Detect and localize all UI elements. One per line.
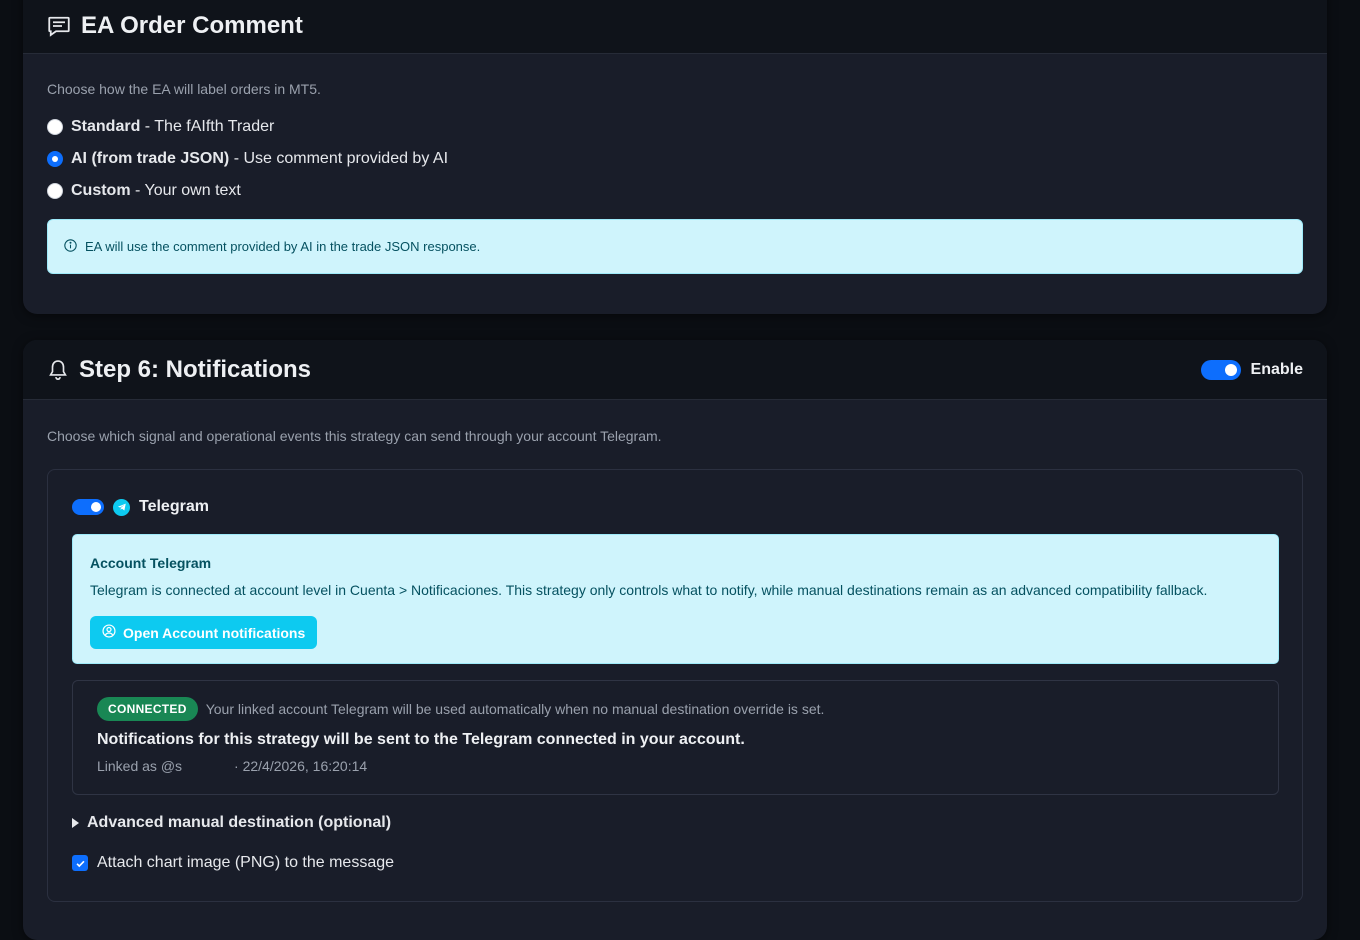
status-note: Your linked account Telegram will be use… [205, 701, 825, 717]
ai-comment-info-alert: EA will use the comment provided by AI i… [47, 219, 1303, 274]
radio-custom[interactable]: Custom - Your own text [47, 182, 241, 200]
notifications-card: Step 6: Notifications Enable Choose whic… [23, 340, 1327, 940]
caret-right-icon [72, 818, 79, 828]
radio-desc: - Use comment provided by AI [229, 150, 449, 167]
bell-icon [47, 358, 69, 382]
card-title: EA Order Comment [47, 12, 303, 40]
attach-chart-checkbox[interactable] [72, 855, 88, 871]
radio-input-ai[interactable] [47, 151, 63, 167]
radio-desc: - Your own text [130, 182, 241, 199]
info-circle-icon [64, 238, 77, 255]
ea-order-comment-card: EA Order Comment Choose how the EA will … [23, 0, 1327, 314]
telegram-switch[interactable] [72, 499, 104, 515]
radio-label: AI (from trade JSON) [71, 150, 230, 167]
card-header: Step 6: Notifications Enable [23, 340, 1327, 400]
enable-toggle-group: Enable [1200, 359, 1303, 380]
enable-notifications-switch[interactable] [1200, 359, 1241, 380]
radio-label: Custom [71, 182, 131, 199]
account-telegram-title: Account Telegram [90, 555, 212, 571]
advanced-manual-destination-toggle[interactable]: Advanced manual destination (optional) [72, 814, 391, 832]
connected-badge: CONNECTED [97, 697, 198, 721]
linked-account-info: Linked as @s · 22/4/2026, 16:20:14 [97, 758, 1254, 774]
linked-as-text: Linked as @s [97, 758, 183, 774]
status-main-text: Notifications for this strategy will be … [97, 731, 745, 748]
radio-ai[interactable]: AI (from trade JSON) - Use comment provi… [47, 150, 448, 168]
radio-desc: - The fAIfth Trader [140, 118, 275, 135]
radio-label: Standard [71, 118, 141, 135]
open-account-notifications-button[interactable]: Open Account notifications [90, 616, 318, 649]
telegram-status-box: CONNECTED Your linked account Telegram w… [72, 680, 1279, 795]
card-title: Step 6: Notifications [47, 356, 311, 384]
radio-standard[interactable]: Standard - The fAIfth Trader [47, 118, 274, 136]
attach-chart-label: Attach chart image (PNG) to the message [97, 854, 395, 871]
notifications-title: Step 6: Notifications [79, 355, 312, 383]
advanced-label: Advanced manual destination (optional) [87, 814, 392, 831]
info-text: EA will use the comment provided by AI i… [85, 239, 481, 254]
radio-input-standard[interactable] [47, 119, 63, 135]
chat-square-text-icon [47, 14, 71, 38]
person-circle-icon [102, 624, 116, 641]
button-label: Open Account notifications [123, 624, 306, 641]
radio-input-custom[interactable] [47, 183, 63, 199]
telegram-label: Telegram [139, 498, 209, 515]
account-telegram-alert: Account Telegram Telegram is connected a… [72, 534, 1279, 664]
telegram-panel: Telegram Account Telegram Telegram is co… [47, 469, 1303, 902]
status-line: CONNECTED Your linked account Telegram w… [97, 697, 1254, 721]
telegram-toggle-row: Telegram [72, 498, 209, 516]
attach-chart-checkbox-row[interactable]: Attach chart image (PNG) to the message [72, 854, 394, 872]
ea-comment-title: EA Order Comment [81, 11, 303, 39]
telegram-icon [113, 498, 130, 516]
card-header: EA Order Comment [23, 0, 1327, 54]
enable-label: Enable [1250, 360, 1303, 378]
account-telegram-text: Telegram is connected at account level i… [90, 582, 1208, 598]
notifications-description: Choose which signal and operational even… [47, 428, 662, 444]
linked-date: · 22/4/2026, 16:20:14 [234, 758, 368, 774]
ea-comment-description: Choose how the EA will label orders in M… [47, 81, 321, 97]
